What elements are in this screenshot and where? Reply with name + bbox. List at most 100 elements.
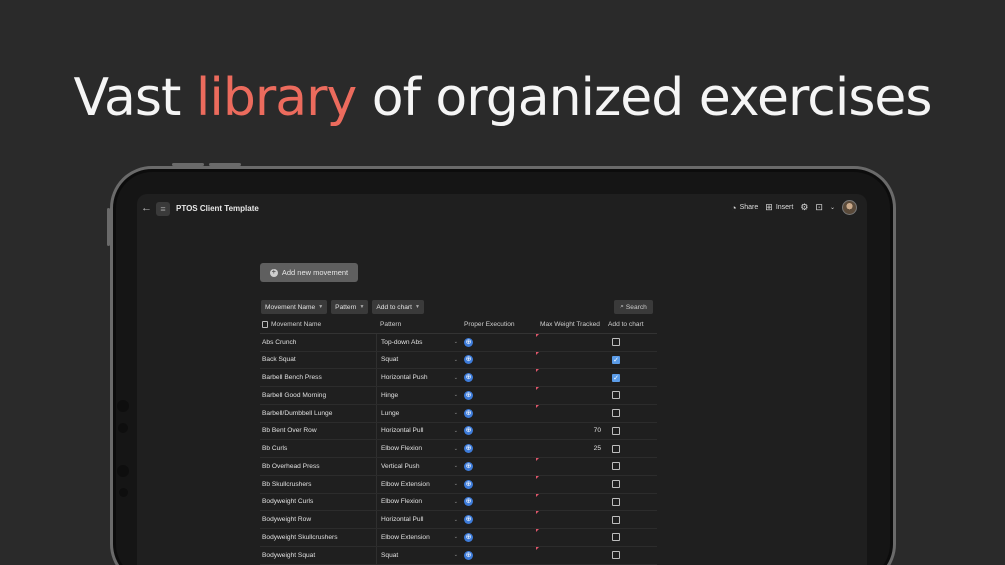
column-header-max-weight[interactable]: Max Weight Tracked	[536, 316, 604, 333]
max-weight-cell[interactable]	[536, 369, 604, 386]
table-row[interactable]: Bodyweight Row Horizontal Pull ⌄ ⊕	[260, 511, 657, 529]
search-button[interactable]: ⌕ Search	[614, 300, 653, 314]
globe-icon[interactable]: ⊕	[464, 444, 473, 454]
max-weight-cell[interactable]	[536, 458, 604, 475]
movement-name-cell[interactable]: Bb Overhead Press	[262, 458, 376, 475]
proper-execution-cell[interactable]: ⊕	[462, 547, 536, 564]
proper-execution-cell[interactable]: ⊕	[462, 529, 536, 546]
pattern-select[interactable]: Top-down Abs ⌄	[376, 333, 462, 351]
max-weight-cell[interactable]	[536, 475, 604, 493]
movement-name-cell[interactable]: Back Squat	[262, 352, 376, 369]
globe-icon[interactable]: ⊕	[464, 515, 473, 525]
pattern-select[interactable]: Hinge ⌄	[376, 387, 462, 404]
column-header-add-to-chart[interactable]: Add to chart	[608, 316, 656, 333]
table-row[interactable]: Bb Bent Over Row Horizontal Pull ⌄ ⊕ 70	[260, 422, 657, 441]
proper-execution-cell[interactable]: ⊕	[462, 369, 536, 386]
pattern-select[interactable]: Horizontal Pull ⌄	[376, 422, 462, 440]
max-weight-cell[interactable]	[536, 333, 604, 351]
movement-name-cell[interactable]: Barbell Good Morning	[262, 387, 376, 404]
movement-name-cell[interactable]: Bodyweight Skullcrushers	[262, 529, 376, 546]
globe-icon[interactable]: ⊕	[464, 390, 473, 400]
comment-icon[interactable]: ⊡	[815, 202, 823, 213]
add-to-chart-checkbox[interactable]	[612, 533, 620, 542]
globe-icon[interactable]: ⊕	[464, 408, 473, 418]
proper-execution-cell[interactable]: ⊕	[462, 440, 536, 457]
add-new-movement-button[interactable]: + Add new movement	[260, 263, 358, 282]
back-arrow-icon[interactable]: ←	[141, 202, 152, 214]
movement-name-cell[interactable]: Bodyweight Curls	[262, 494, 376, 511]
globe-icon[interactable]: ⊕	[464, 426, 473, 436]
movement-name-cell[interactable]: Bb Bent Over Row	[262, 423, 376, 440]
movement-name-cell[interactable]: Bb Skullcrushers	[262, 476, 376, 493]
pattern-select[interactable]: Elbow Extension ⌄	[376, 529, 462, 546]
proper-execution-cell[interactable]: ⊕	[462, 352, 536, 369]
globe-icon[interactable]: ⊕	[464, 550, 473, 560]
avatar[interactable]	[842, 200, 857, 215]
globe-icon[interactable]: ⊕	[464, 479, 473, 489]
max-weight-cell[interactable]	[536, 404, 604, 422]
globe-icon[interactable]: ⊕	[464, 337, 473, 347]
gear-icon[interactable]: ⚙	[800, 202, 808, 213]
add-to-chart-checkbox[interactable]	[612, 480, 620, 489]
proper-execution-cell[interactable]: ⊕	[462, 511, 536, 528]
add-to-chart-checkbox[interactable]	[612, 409, 620, 418]
column-header-movement-name[interactable]: Movement Name	[262, 316, 376, 333]
column-header-proper-execution[interactable]: Proper Execution	[462, 316, 536, 333]
pattern-select[interactable]: Elbow Extension ⌄	[376, 475, 462, 493]
movement-name-cell[interactable]: Barbell Bench Press	[262, 369, 376, 386]
movement-name-cell[interactable]: Bb Curls	[262, 440, 376, 457]
insert-button[interactable]: ⊞ Insert	[765, 202, 793, 213]
globe-icon[interactable]: ⊕	[464, 497, 473, 507]
add-to-chart-checkbox[interactable]	[612, 391, 620, 400]
table-row[interactable]: Barbell Good Morning Hinge ⌄ ⊕	[260, 387, 657, 405]
filter-add-to-chart[interactable]: Add to chart ▼	[372, 300, 424, 314]
share-button[interactable]: ◔ Share	[731, 203, 758, 213]
pattern-select[interactable]: Squat ⌄	[376, 546, 462, 564]
proper-execution-cell[interactable]: ⊕	[462, 334, 536, 351]
table-row[interactable]: Bb Curls Elbow Flexion ⌄ ⊕ 25	[260, 440, 657, 458]
add-to-chart-checkbox[interactable]	[612, 497, 620, 506]
pattern-select[interactable]: Vertical Push ⌄	[376, 458, 462, 475]
proper-execution-cell[interactable]: ⊕	[462, 387, 536, 404]
table-row[interactable]: Back Squat Squat ⌄ ⊕ ✓	[260, 351, 657, 370]
pattern-select[interactable]: Horizontal Push ⌄	[376, 369, 462, 386]
globe-icon[interactable]: ⊕	[464, 373, 473, 383]
max-weight-cell[interactable]	[536, 387, 604, 404]
pattern-select[interactable]: Lunge ⌄	[376, 404, 462, 422]
movement-name-cell[interactable]: Bodyweight Squat	[262, 547, 376, 564]
table-row[interactable]: Abs Crunch Top-down Abs ⌄ ⊕	[260, 333, 657, 352]
pattern-select[interactable]: Squat ⌄	[376, 351, 462, 369]
table-row[interactable]: Barbell Bench Press Horizontal Push ⌄ ⊕ ✓	[260, 369, 657, 387]
add-to-chart-checkbox[interactable]	[612, 338, 620, 347]
pattern-select[interactable]: Elbow Flexion ⌄	[376, 493, 462, 511]
max-weight-cell[interactable]	[536, 493, 604, 511]
movement-name-cell[interactable]: Abs Crunch	[262, 334, 376, 351]
add-to-chart-checkbox[interactable]	[612, 462, 620, 471]
proper-execution-cell[interactable]: ⊕	[462, 423, 536, 440]
proper-execution-cell[interactable]: ⊕	[462, 494, 536, 511]
pattern-select[interactable]: Elbow Flexion ⌄	[376, 440, 462, 457]
table-row[interactable]: Bodyweight Curls Elbow Flexion ⌄ ⊕	[260, 493, 657, 512]
add-to-chart-checkbox[interactable]	[612, 426, 620, 435]
chevron-down-icon[interactable]: ⌄	[830, 204, 835, 211]
table-row[interactable]: Bb Overhead Press Vertical Push ⌄ ⊕	[260, 458, 657, 476]
max-weight-cell[interactable]: 25	[536, 440, 604, 457]
add-to-chart-checkbox[interactable]: ✓	[612, 373, 620, 382]
max-weight-cell[interactable]	[536, 511, 604, 528]
proper-execution-cell[interactable]: ⊕	[462, 405, 536, 422]
movement-name-cell[interactable]: Barbell/Dumbbell Lunge	[262, 405, 376, 422]
proper-execution-cell[interactable]: ⊕	[462, 476, 536, 493]
filter-movement-name[interactable]: Movement Name ▼	[261, 300, 328, 314]
filter-pattern[interactable]: Pattern ▼	[331, 300, 369, 314]
add-to-chart-checkbox[interactable]	[612, 515, 620, 524]
max-weight-cell[interactable]	[536, 546, 604, 564]
table-row[interactable]: Bodyweight Skullcrushers Elbow Extension ⌄…	[260, 529, 657, 547]
movement-name-cell[interactable]: Bodyweight Row	[262, 511, 376, 528]
max-weight-cell[interactable]: 70	[536, 423, 604, 440]
table-row[interactable]: Bb Skullcrushers Elbow Extension ⌄ ⊕	[260, 475, 657, 494]
table-row[interactable]: Bodyweight Squat Squat ⌄ ⊕	[260, 546, 657, 565]
globe-icon[interactable]: ⊕	[464, 532, 473, 542]
add-to-chart-checkbox[interactable]	[612, 551, 620, 560]
proper-execution-cell[interactable]: ⊕	[462, 458, 536, 475]
add-to-chart-checkbox[interactable]: ✓	[612, 355, 620, 364]
